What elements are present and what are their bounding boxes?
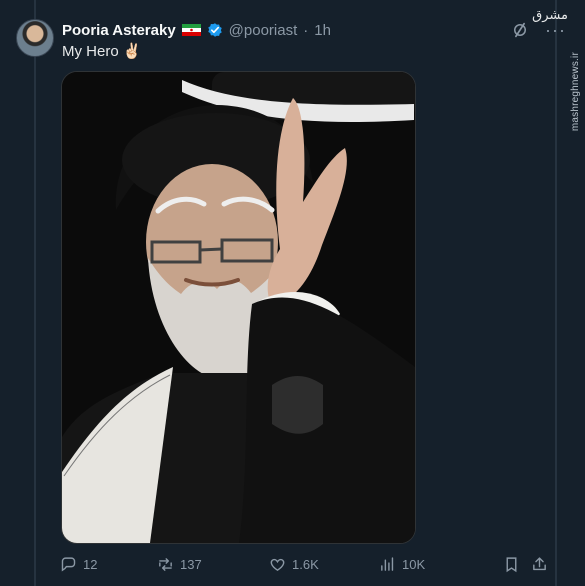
tweet-text: My Hero ✌🏻 [62, 42, 141, 60]
views-button[interactable]: 10K [379, 556, 503, 573]
bookmark-button[interactable] [503, 556, 531, 573]
right-thread-border [555, 0, 557, 586]
photo-content [62, 72, 415, 543]
tweet-body: My Hero [62, 43, 119, 60]
user-handle[interactable]: @pooriast [229, 22, 298, 39]
post-time[interactable]: 1h [314, 22, 331, 39]
site-logo: مشرق [532, 8, 568, 23]
victory-hand-emoji: ✌🏻 [122, 43, 142, 60]
tweet-header: Pooria Asteraky @pooriast · 1h [62, 20, 489, 40]
meta-separator: · [303, 21, 309, 39]
reply-count: 12 [83, 556, 98, 572]
view-count: 10K [402, 556, 426, 572]
reply-button[interactable]: 12 [60, 556, 157, 573]
views-icon [381, 556, 394, 571]
verified-badge-icon [207, 23, 222, 37]
reply-icon [61, 556, 76, 572]
heart-icon [270, 558, 285, 571]
share-icon [533, 556, 546, 570]
iran-flag-icon [181, 24, 201, 36]
user-avatar[interactable] [16, 19, 54, 57]
repost-count: 137 [180, 556, 202, 572]
like-count: 1.6K [292, 556, 319, 572]
grok-icon[interactable] [511, 21, 529, 39]
display-name[interactable]: Pooria Asteraky [62, 22, 176, 39]
share-button[interactable] [531, 556, 549, 573]
repost-icon [159, 557, 172, 571]
site-watermark: mashreghnews.ir [570, 52, 581, 132]
like-button[interactable]: 1.6K [269, 556, 379, 573]
bookmark-icon [506, 556, 517, 572]
tweet-photo[interactable] [61, 71, 416, 544]
tweet-action-bar: 12 137 1.6K 10K [60, 553, 555, 575]
left-thread-border [34, 0, 36, 586]
more-icon[interactable]: ··· [545, 21, 566, 39]
repost-button[interactable]: 137 [157, 556, 269, 573]
